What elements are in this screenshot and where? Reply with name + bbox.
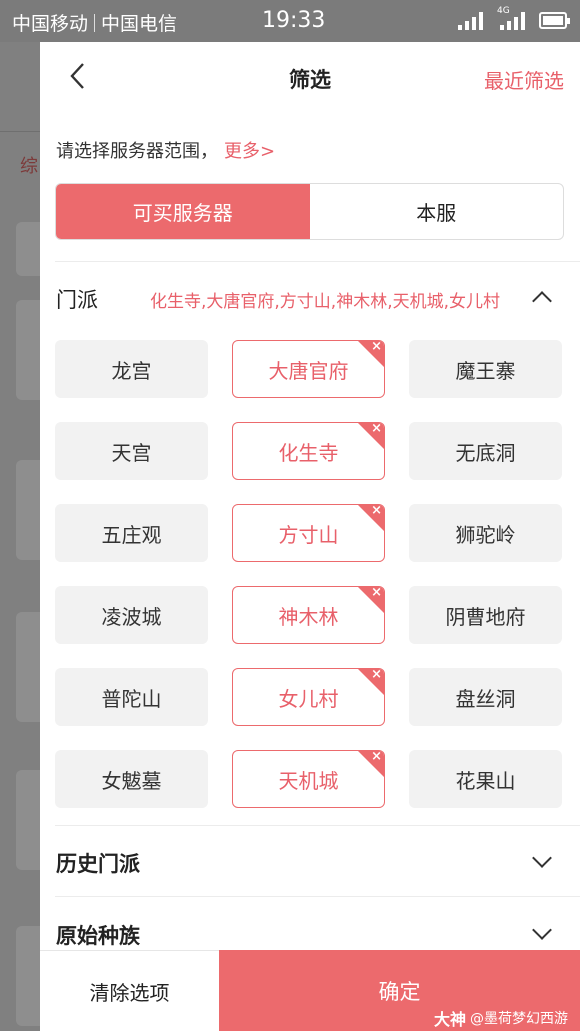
school-label: 门派 bbox=[56, 288, 98, 312]
school-chip[interactable]: 天机城 × bbox=[232, 750, 385, 808]
school-chip[interactable]: 神木林 × bbox=[232, 586, 385, 644]
school-chip-label: 狮驼岭 bbox=[455, 522, 516, 547]
server-range-hint: 请选择服务器范围， 更多> bbox=[56, 137, 275, 163]
school-chip[interactable]: 阴曹地府 bbox=[409, 586, 562, 644]
clock: 19:33 bbox=[262, 8, 326, 33]
server-range-text: 请选择服务器范围， bbox=[56, 141, 218, 162]
school-selected-summary: 化生寺,大唐官府,方寸山,神木林,天机城,女儿村 bbox=[150, 292, 501, 312]
watermark: 大神 @墨荷梦幻西游 bbox=[434, 1006, 568, 1030]
school-chip-label: 女魃墓 bbox=[101, 768, 162, 793]
school-header[interactable]: 门派 化生寺,大唐官府,方寸山,神木林,天机城,女儿村 bbox=[56, 282, 564, 312]
watermark-logo: 大神 bbox=[434, 1010, 467, 1029]
recent-filters-link[interactable]: 最近筛选 bbox=[484, 65, 564, 94]
origin-race-section[interactable]: 原始种族 bbox=[56, 918, 564, 948]
background-header bbox=[0, 42, 40, 132]
chevron-up-icon[interactable] bbox=[532, 291, 552, 311]
school-chip-label: 盘丝洞 bbox=[455, 686, 516, 711]
signal-icon bbox=[458, 12, 483, 30]
remove-icon[interactable]: × bbox=[371, 341, 382, 355]
carrier-separator bbox=[94, 13, 96, 32]
divider bbox=[55, 825, 580, 826]
school-chip[interactable]: 大唐官府 × bbox=[232, 340, 385, 398]
history-school-label: 历史门派 bbox=[56, 852, 140, 876]
school-chip-label: 五庄观 bbox=[101, 522, 162, 547]
school-chip-label: 天宫 bbox=[111, 440, 152, 465]
school-chip[interactable]: 无底洞 bbox=[409, 422, 562, 480]
origin-race-label: 原始种族 bbox=[56, 924, 140, 948]
more-servers-link[interactable]: 更多> bbox=[224, 141, 275, 162]
background-block bbox=[16, 460, 40, 560]
background-block bbox=[16, 222, 40, 276]
school-chip-label: 方寸山 bbox=[278, 522, 339, 547]
remove-icon[interactable]: × bbox=[371, 751, 382, 765]
school-chip-label: 女儿村 bbox=[278, 686, 339, 711]
chevron-down-icon[interactable] bbox=[532, 920, 552, 940]
school-chip[interactable]: 化生寺 × bbox=[232, 422, 385, 480]
school-chip-label: 普陀山 bbox=[101, 686, 162, 711]
segment-buyable-servers[interactable]: 可买服务器 bbox=[56, 184, 310, 239]
watermark-text: @墨荷梦幻西游 bbox=[470, 1011, 569, 1027]
history-school-section[interactable]: 历史门派 bbox=[56, 846, 564, 876]
filter-panel: 筛选 最近筛选 请选择服务器范围， 更多> 可买服务器 本服 门派 化生寺,大唐官… bbox=[40, 42, 580, 1031]
school-chip[interactable]: 魔王寨 bbox=[409, 340, 562, 398]
carrier-2: 中国电信 bbox=[101, 13, 178, 35]
school-chip-label: 神木林 bbox=[278, 604, 339, 629]
school-chip-label: 凌波城 bbox=[101, 604, 162, 629]
segment-this-server[interactable]: 本服 bbox=[310, 184, 564, 239]
school-chip[interactable]: 普陀山 bbox=[55, 668, 208, 726]
carrier-1: 中国移动 bbox=[12, 13, 89, 35]
remove-icon[interactable]: × bbox=[371, 587, 382, 601]
school-chip[interactable]: 凌波城 bbox=[55, 586, 208, 644]
background-page: 综 bbox=[0, 42, 40, 1031]
school-chip-label: 阴曹地府 bbox=[445, 604, 526, 629]
school-chip[interactable]: 花果山 bbox=[409, 750, 562, 808]
school-chip[interactable]: 狮驼岭 bbox=[409, 504, 562, 562]
school-chip[interactable]: 女魃墓 bbox=[55, 750, 208, 808]
school-chip[interactable]: 五庄观 bbox=[55, 504, 208, 562]
school-chip-label: 天机城 bbox=[278, 768, 339, 793]
school-chip[interactable]: 盘丝洞 bbox=[409, 668, 562, 726]
school-chip[interactable]: 方寸山 × bbox=[232, 504, 385, 562]
nav-bar: 筛选 最近筛选 bbox=[40, 42, 580, 114]
school-chip-label: 化生寺 bbox=[278, 440, 339, 465]
chevron-down-icon[interactable] bbox=[532, 848, 552, 868]
background-block bbox=[16, 612, 40, 722]
status-bar: 中国移动 中国电信 19:33 4G bbox=[0, 0, 580, 42]
background-tab: 综 bbox=[20, 156, 38, 177]
signal-4g-icon bbox=[500, 12, 525, 30]
remove-icon[interactable]: × bbox=[371, 505, 382, 519]
carrier-labels: 中国移动 中国电信 bbox=[12, 9, 177, 36]
divider bbox=[55, 896, 580, 897]
school-chip-label: 大唐官府 bbox=[268, 358, 349, 383]
divider bbox=[55, 261, 580, 262]
remove-icon[interactable]: × bbox=[371, 669, 382, 683]
school-chip-label: 花果山 bbox=[455, 768, 516, 793]
remove-icon[interactable]: × bbox=[371, 423, 382, 437]
school-chip[interactable]: 天宫 bbox=[55, 422, 208, 480]
background-block bbox=[16, 770, 40, 870]
background-block bbox=[16, 926, 40, 1026]
school-chip-label: 魔王寨 bbox=[455, 358, 516, 383]
school-chip-label: 龙宫 bbox=[111, 358, 152, 383]
school-chip-label: 无底洞 bbox=[455, 440, 516, 465]
server-segmented-control: 可买服务器 本服 bbox=[55, 183, 564, 240]
school-chip-grid: 龙宫 大唐官府 × 魔王寨天宫 化生寺 × 无底洞五庄观 方寸山 × 狮驼岭凌波城 神木林 × 阴曹地府… bbox=[55, 340, 563, 808]
school-chip[interactable]: 女儿村 × bbox=[232, 668, 385, 726]
school-chip[interactable]: 龙宫 bbox=[55, 340, 208, 398]
clear-options-button[interactable]: 清除选项 bbox=[40, 950, 219, 1031]
battery-icon bbox=[539, 12, 570, 29]
background-block bbox=[16, 300, 40, 400]
